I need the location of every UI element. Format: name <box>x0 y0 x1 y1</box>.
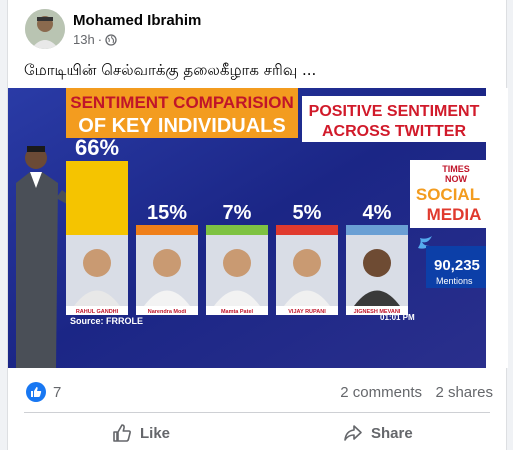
bar-name-label-1: RAHUL GANDHI <box>76 309 119 315</box>
post-text: மோடியின் செல்வாக்கு தலைகீழாக சரிவு ... <box>24 61 317 79</box>
share-button[interactable]: Share <box>343 416 413 450</box>
bar-value-label-2: 15% <box>147 202 187 224</box>
avatar-photo <box>25 9 65 49</box>
bar-face-4 <box>293 249 321 277</box>
bar-value-label-1: 66% <box>75 135 119 160</box>
engagement-row: 7 2 comments 2 shares <box>8 372 508 412</box>
post-card: Mohamed Ibrahim 13h · மோடியின் செல்வாக்க… <box>7 0 508 450</box>
bar-5 <box>346 225 408 235</box>
brand-now: NOW <box>445 174 468 184</box>
like-label: Like <box>140 424 171 442</box>
author-name[interactable]: Mohamed Ibrahim <box>73 12 201 29</box>
brand-media: MEDIA <box>427 205 482 224</box>
shares-count[interactable]: 2 shares <box>435 384 493 401</box>
bar-3 <box>206 225 268 235</box>
subtitle-line2: ACROSS TWITTER <box>322 123 466 140</box>
title-line1: SENTIMENT COMPARISION <box>70 93 294 112</box>
thumbs-up-icon <box>113 424 131 442</box>
bar-face-3 <box>223 249 251 277</box>
like-button[interactable]: Like <box>112 416 170 450</box>
brand-top: TIMES <box>442 164 470 174</box>
comments-count[interactable]: 2 comments <box>340 384 422 401</box>
globe-icon[interactable] <box>105 33 117 46</box>
bar-4 <box>276 225 338 235</box>
brand-social: SOCIAL <box>416 185 480 204</box>
bar-name-label-4: VIJAY RUPANI <box>288 309 326 315</box>
bar-value-label-4: 5% <box>293 202 322 224</box>
reaction-count[interactable]: 7 <box>53 384 61 401</box>
like-reaction-icon[interactable] <box>26 382 46 402</box>
bar-1 <box>66 161 128 235</box>
bar-name-label-3: Mamta Patel <box>221 309 254 315</box>
tv-screen-image: SENTIMENT COMPARISION OF KEY INDIVIDUALS… <box>8 88 508 368</box>
bar-face-1 <box>83 249 111 277</box>
bar-value-label-5: 4% <box>363 202 392 224</box>
bar-value-label-3: 7% <box>223 202 252 224</box>
mentions-label: Mentions <box>436 276 473 286</box>
post-image[interactable]: SENTIMENT COMPARISION OF KEY INDIVIDUALS… <box>8 88 508 368</box>
author-avatar[interactable] <box>25 9 65 49</box>
post-meta: 13h · <box>73 32 117 47</box>
bar-2 <box>136 225 198 235</box>
broadcast-time: 01:01 PM <box>380 313 415 322</box>
post-time[interactable]: 13h <box>73 32 95 47</box>
title-line2: OF KEY INDIVIDUALS <box>78 115 285 137</box>
subtitle-line1: POSITIVE SENTIMENT <box>309 103 480 120</box>
actions-divider <box>24 412 490 413</box>
mentions-value: 90,235 <box>434 257 480 274</box>
meta-separator: · <box>97 32 103 47</box>
source-label: Source: FRROLE <box>70 316 143 326</box>
bar-face-2 <box>153 249 181 277</box>
bar-face-5 <box>363 249 391 277</box>
share-label: Share <box>371 424 413 442</box>
share-arrow-icon <box>344 425 362 441</box>
bar-name-label-2: Narendra Modi <box>148 309 187 315</box>
